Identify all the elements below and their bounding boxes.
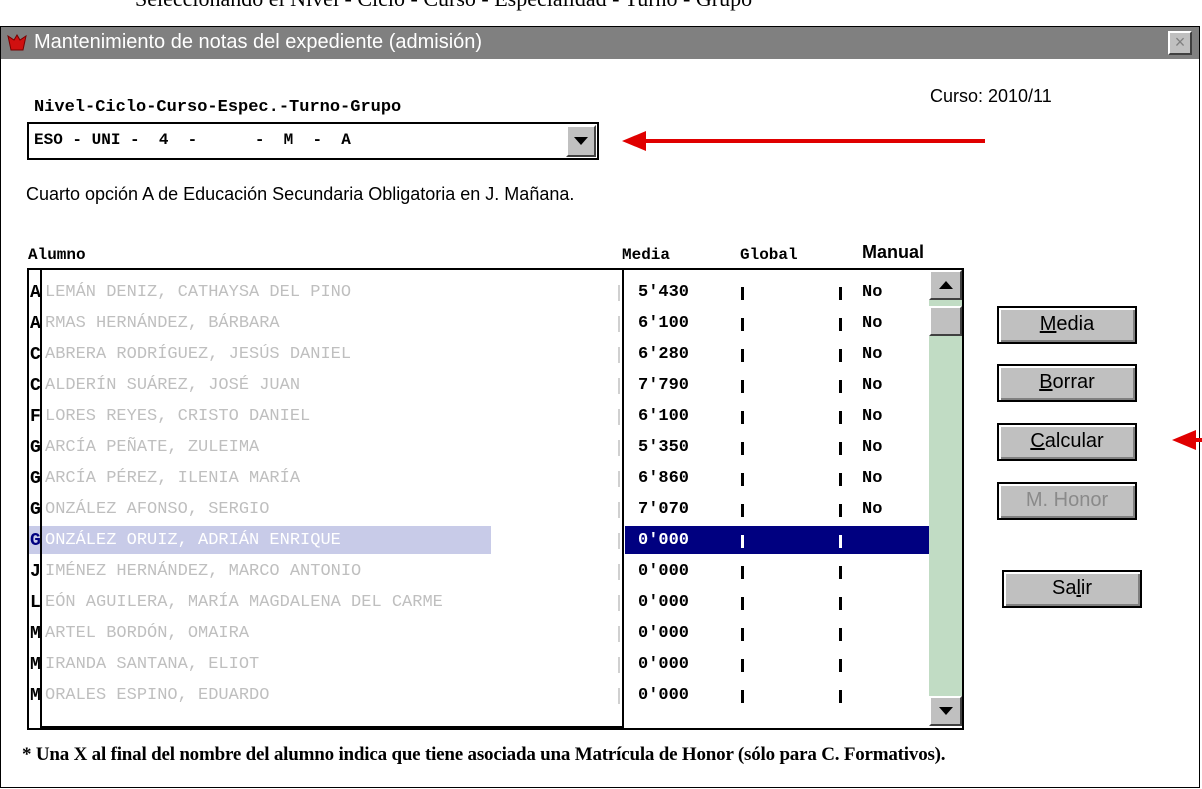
media-value: 7'070: [638, 500, 690, 519]
borrar-button[interactable]: Borrar: [997, 364, 1137, 402]
header-global: Global: [740, 246, 798, 264]
app-icon: [7, 34, 27, 51]
scroll-up-button[interactable]: [929, 270, 962, 300]
global-field-start: [741, 349, 744, 362]
global-field-end: [839, 442, 842, 455]
window-title: Mantenimiento de notas del expediente (a…: [34, 31, 483, 53]
global-field-start: [741, 411, 744, 424]
selector-label: Nivel-Ciclo-Curso-Espec.-Turno-Grupo: [34, 98, 402, 117]
media-button[interactable]: Media: [997, 306, 1137, 344]
global-field-start: [741, 504, 744, 517]
global-field-end: [839, 318, 842, 331]
names-frame: [40, 268, 624, 728]
header-media: Media: [622, 246, 671, 264]
global-field-start: [741, 442, 744, 455]
media-value: 0'000: [638, 531, 690, 550]
manual-value: No: [862, 345, 883, 364]
manual-value: No: [862, 283, 883, 302]
media-value: 0'000: [638, 624, 690, 643]
global-field-end: [839, 411, 842, 424]
document-caption: Seleccionando el Nivel - Ciclo - Curso -…: [135, 0, 752, 12]
media-value: 6'860: [638, 469, 690, 488]
global-field-end: [839, 659, 842, 672]
annotation-arrowhead-calcular: [1172, 430, 1196, 450]
manual-value: No: [862, 469, 883, 488]
chevron-down-icon: [574, 137, 588, 145]
manual-value: No: [862, 407, 883, 426]
global-field-start: [741, 287, 744, 300]
calcular-label: alcular: [1044, 430, 1104, 452]
global-field-end: [839, 287, 842, 300]
manual-value: No: [862, 438, 883, 457]
scroll-down-button[interactable]: [929, 696, 962, 726]
mhonor-button[interactable]: M. Honor: [997, 482, 1137, 520]
media-label: edia: [1056, 313, 1095, 335]
global-field-end: [839, 349, 842, 362]
media-value: 6'100: [638, 314, 690, 333]
media-value: 6'280: [638, 345, 690, 364]
calcular-button[interactable]: Calcular: [997, 423, 1137, 461]
salir-button[interactable]: Salir: [1002, 570, 1142, 608]
media-value: 0'000: [638, 562, 690, 581]
global-field-end: [839, 535, 842, 548]
arrow-up-icon: [938, 281, 953, 289]
global-field-start: [741, 535, 744, 548]
global-field-end: [839, 597, 842, 610]
curso-label: Curso: 2010/11: [930, 86, 1052, 106]
close-button[interactable]: ×: [1168, 31, 1192, 55]
header-manual: Manual: [862, 242, 925, 262]
calcular-mnemonic: C: [1030, 430, 1045, 452]
media-value: 0'000: [638, 655, 690, 674]
global-field-end: [839, 628, 842, 641]
media-mnemonic: M: [1039, 313, 1057, 335]
annotation-arrow-selector: [640, 139, 985, 143]
global-field-start: [741, 318, 744, 331]
global-field-start: [741, 659, 744, 672]
header-alumno: Alumno: [28, 246, 86, 264]
media-value: 0'000: [638, 593, 690, 612]
global-field-start: [741, 597, 744, 610]
global-field-start: [741, 690, 744, 703]
media-value: 7'790: [638, 376, 690, 395]
footnote: * Una X al final del nombre del alumno i…: [22, 744, 946, 765]
annotation-arrowhead-selector: [622, 131, 646, 151]
global-field-start: [741, 380, 744, 393]
media-value: 5'350: [638, 438, 690, 457]
media-value: 6'100: [638, 407, 690, 426]
global-field-end: [839, 566, 842, 579]
borrar-mnemonic: B: [1039, 371, 1053, 393]
global-field-start: [741, 566, 744, 579]
global-field-end: [839, 380, 842, 393]
global-field-start: [741, 473, 744, 486]
media-value: 5'430: [638, 283, 690, 302]
manual-value: No: [862, 376, 883, 395]
group-selector-value: ESO - UNI - 4 - - M - A: [34, 131, 351, 149]
salir-label-pre: Sa: [1051, 577, 1077, 599]
scroll-thumb[interactable]: [929, 306, 962, 336]
vertical-scrollbar[interactable]: [929, 270, 962, 726]
media-value: 0'000: [638, 686, 690, 705]
dropdown-button[interactable]: [566, 125, 596, 157]
borrar-label: orrar: [1052, 371, 1095, 393]
manual-value: No: [862, 314, 883, 333]
group-description: Cuarto opción A de Educación Secundaria …: [26, 184, 575, 204]
global-field-end: [839, 473, 842, 486]
salir-label-rest: ir: [1080, 577, 1093, 599]
manual-value: No: [862, 500, 883, 519]
global-field-end: [839, 690, 842, 703]
arrow-down-icon: [938, 707, 953, 715]
global-field-end: [839, 504, 842, 517]
global-field-start: [741, 628, 744, 641]
